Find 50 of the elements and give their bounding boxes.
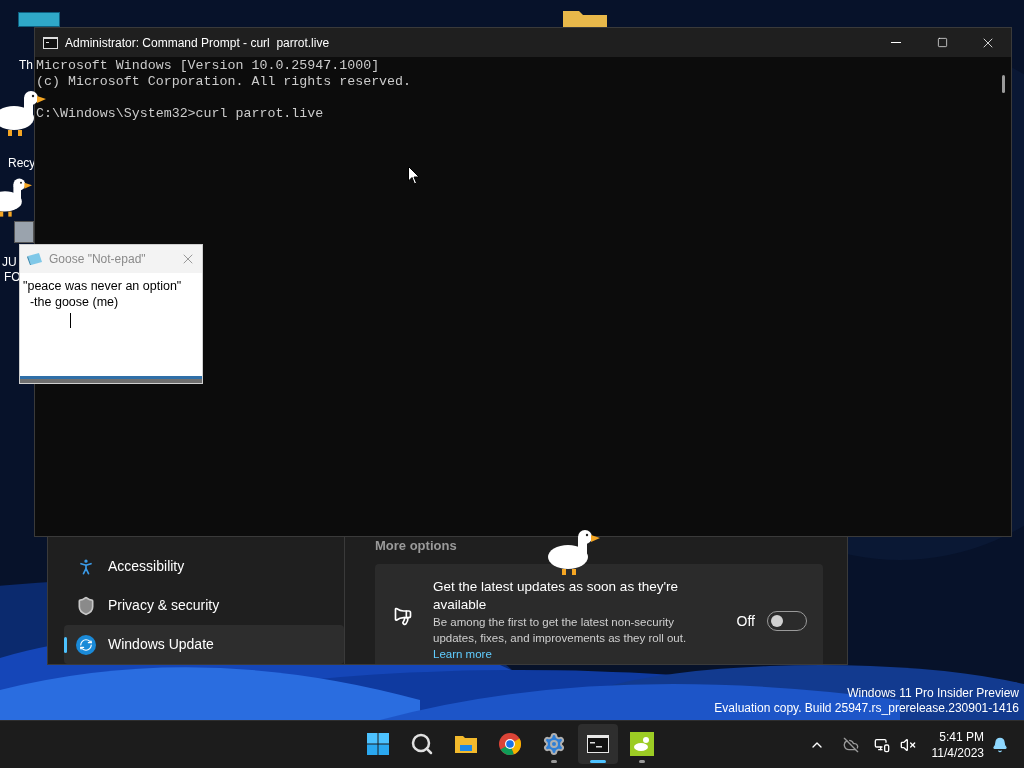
taskbar-app-button[interactable] [578,724,618,764]
console-prompt: C:\Windows\System32>curl parrot.live [36,106,325,122]
maximize-icon [936,37,948,48]
window-title: Goose "Not-epad" [49,251,146,268]
section-title: More options [375,537,458,555]
desktop-icon-label: JU [2,255,17,269]
search-icon [410,732,434,756]
running-indicator [590,760,606,763]
clock-time[interactable]: 5:41 PM [939,728,984,745]
nav-item[interactable]: Accessibility [64,547,344,586]
desktop-icon[interactable] [18,12,60,27]
nav-item[interactable]: Privacy & security [64,586,344,625]
option-description: Be among the first to get the latest non-security updates, fixes, and improvements as they roll out. [433,614,688,646]
running-indicator [639,760,645,763]
notification-bell-icon[interactable] [992,736,1008,753]
desktop-icon-label: Th [19,58,33,72]
note-text: "peace was never an option" [23,278,183,294]
chrome-icon [498,732,522,756]
sync-icon [76,634,96,655]
windows-logo-icon [366,732,390,756]
goose-app-icon [630,732,654,756]
toggle-state-label: Off [736,611,755,631]
learn-more-link[interactable]: Learn more [433,645,492,662]
watermark-text: Evaluation copy. Build 25947.rs_prerelease.230901-1416 [714,701,1019,716]
volume-muted-icon[interactable] [899,736,916,753]
desktop-icon[interactable] [14,221,34,243]
gear-icon [542,732,566,756]
terminal-icon [586,732,610,756]
goose-drawing [0,176,34,220]
console-line: Microsoft Windows [Version 10.0.25947.1000] [36,58,381,74]
network-icon[interactable] [873,736,890,753]
option-title: Get the latest updates as soon as they're available [433,577,679,614]
desktop-icon-label: Recy [8,156,36,170]
mouse-pointer-icon [408,166,420,185]
notepad-icon [27,252,43,266]
minimize-icon [891,42,901,43]
megaphone-icon [393,605,413,626]
clock-date[interactable]: 11/4/2023 [931,744,984,761]
terminal-icon [43,36,58,49]
console-line: (c) Microsoft Corporation. All rights reserved. [36,74,413,90]
cloud-off-icon[interactable] [842,736,859,753]
window-title: Administrator: Command Prompt - curl parrot.live [65,34,330,52]
watermark-text: Windows 11 Pro Insider Preview [847,686,1019,701]
scrollbar-thumb[interactable] [1001,75,1005,93]
nav-item[interactable]: Windows Update [64,625,344,664]
selection-indicator [64,637,67,653]
text-cursor [70,313,71,328]
shield-icon [76,595,96,616]
note-text: -the goose (me) [28,294,120,310]
running-indicator [551,760,557,763]
